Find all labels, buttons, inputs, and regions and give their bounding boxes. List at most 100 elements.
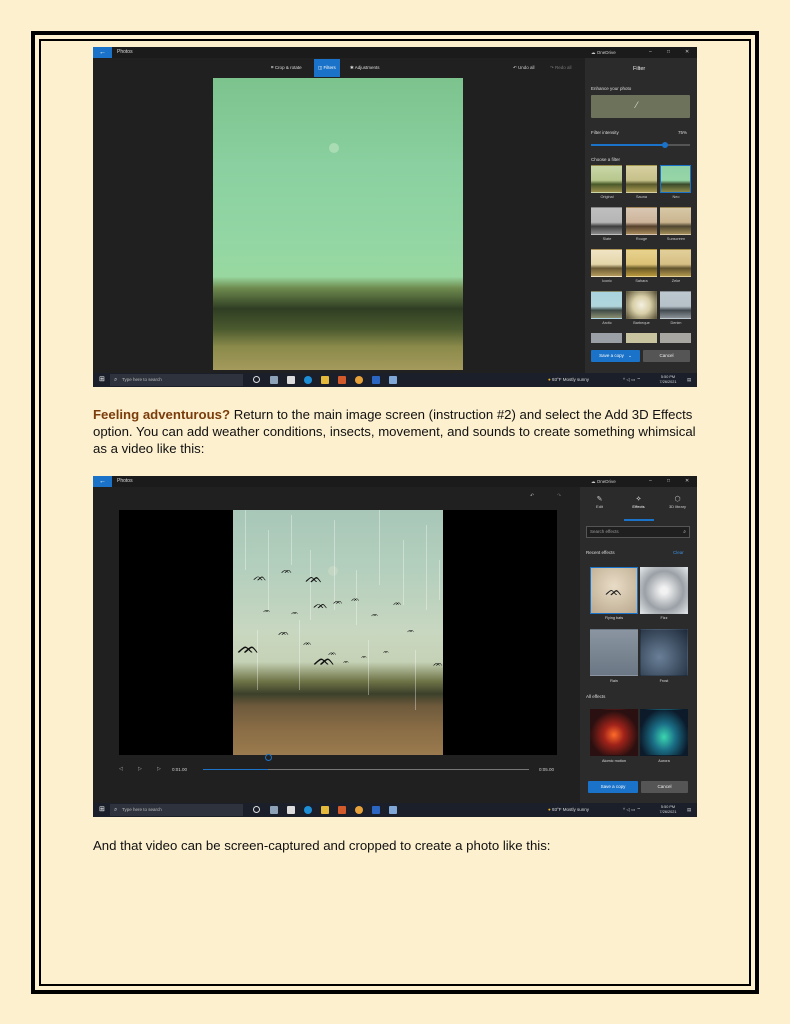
- back-button[interactable]: ←: [93, 476, 112, 487]
- task-view-icon[interactable]: [253, 806, 260, 813]
- tab-3d-library[interactable]: ⬡ 3D library: [660, 495, 695, 509]
- closing-paragraph: And that video can be screen-captured an…: [93, 838, 551, 853]
- filter-rouge-thumbnail[interactable]: [625, 207, 657, 235]
- tab-edit[interactable]: ✎ Edit: [582, 495, 617, 509]
- cancel-button[interactable]: Cancel: [641, 781, 688, 793]
- filter-original-thumbnail[interactable]: [591, 165, 622, 193]
- tab-crop-rotate[interactable]: ⌗ Crop & rotate: [267, 59, 306, 77]
- filter-more-thumbnail[interactable]: [625, 333, 657, 343]
- edge-icon[interactable]: [304, 806, 312, 814]
- onedrive-label[interactable]: ☁ OneDrive: [591, 47, 616, 58]
- filter-sauna-thumbnail[interactable]: [625, 165, 657, 193]
- edge-icon[interactable]: [304, 376, 312, 384]
- filter-denim-thumbnail[interactable]: [660, 291, 691, 319]
- play-icon[interactable]: ▷: [138, 766, 142, 772]
- rain-streak: [439, 560, 440, 600]
- onedrive-label[interactable]: ☁ OneDrive: [591, 476, 616, 487]
- filter-panel: Filter Enhance your photo ⁄ Filter inten…: [585, 58, 697, 373]
- chrome-icon[interactable]: [355, 376, 363, 384]
- explorer-icon[interactable]: [321, 806, 329, 814]
- clock[interactable]: 5:50 PM 7/26/2021: [653, 805, 683, 815]
- word-icon[interactable]: [372, 806, 380, 814]
- cloud-icon: ☁: [591, 50, 596, 55]
- tab-filters[interactable]: ◫ Filters: [314, 59, 340, 77]
- filter-neo-thumbnail[interactable]: [660, 165, 691, 193]
- rain-streak: [245, 510, 246, 570]
- tab-effects[interactable]: ✧ Effects: [621, 495, 656, 509]
- bat-icon: ᨏ: [333, 597, 343, 606]
- effect-aurora[interactable]: [640, 709, 688, 756]
- next-icon[interactable]: ▷: [157, 766, 161, 772]
- back-button[interactable]: ←: [93, 47, 112, 58]
- undo-all-button[interactable]: ↶ Undo all: [513, 59, 535, 77]
- close-icon[interactable]: ✕: [685, 47, 689, 58]
- weather-widget[interactable]: ● 93°F Mostly sunny: [548, 373, 589, 387]
- taskbar: ⊞ ⌕ Type here to search ● 93°F Mostly su…: [93, 803, 697, 817]
- filter-more-thumbnail[interactable]: [591, 333, 622, 343]
- effect-frost[interactable]: [640, 629, 688, 676]
- explorer-icon[interactable]: [321, 376, 329, 384]
- effect-label: Frost: [659, 679, 669, 683]
- app-icon[interactable]: [270, 806, 278, 814]
- filter-slate-thumbnail[interactable]: [591, 207, 622, 235]
- maximize-icon[interactable]: □: [667, 476, 670, 487]
- filter-more-thumbnail[interactable]: [660, 333, 691, 343]
- save-copy-button[interactable]: Save a copy ⌄: [591, 350, 640, 362]
- intensity-value: 75%: [678, 130, 688, 135]
- enhance-button[interactable]: ⁄: [591, 95, 690, 118]
- notification-icon[interactable]: ▤: [687, 373, 691, 387]
- filter-sunscreen-thumbnail[interactable]: [660, 207, 691, 235]
- bat-icon: ᨏ: [351, 596, 360, 603]
- app-icon[interactable]: [270, 376, 278, 384]
- windows-icon[interactable]: ⊞: [99, 806, 105, 814]
- office-icon[interactable]: [338, 376, 346, 384]
- filter-zeke-thumbnail[interactable]: [660, 249, 691, 277]
- system-tray-icons[interactable]: ^ ◁ ▭ ⌔: [623, 373, 641, 387]
- filter-arctic-thumbnail[interactable]: [591, 291, 622, 319]
- intensity-slider-thumb[interactable]: [662, 141, 669, 148]
- intensity-slider-fill: [591, 144, 666, 146]
- effect-rain[interactable]: [590, 629, 638, 676]
- bat-icon: ᨏ: [605, 582, 623, 598]
- store-icon[interactable]: [287, 806, 295, 814]
- notification-icon[interactable]: ▤: [687, 803, 691, 817]
- clear-link[interactable]: Clear: [673, 550, 684, 555]
- highlight-text: Feeling adventurous?: [93, 407, 231, 422]
- page: ← Photos ☁ OneDrive – □ ✕ ⌗ Crop & rotat…: [0, 0, 790, 1024]
- taskbar-search[interactable]: ⌕ Type here to search: [110, 804, 243, 816]
- filter-iconic-thumbnail[interactable]: [591, 249, 622, 277]
- bat-icon: ᨏ: [281, 565, 293, 575]
- filter-barbeque-thumbnail[interactable]: [625, 291, 657, 319]
- maximize-icon[interactable]: □: [667, 47, 670, 58]
- search-effects-input[interactable]: Search effects ⌕: [586, 526, 690, 538]
- chrome-icon[interactable]: [355, 806, 363, 814]
- cancel-button[interactable]: Cancel: [643, 350, 690, 362]
- windows-icon[interactable]: ⊞: [99, 376, 105, 384]
- seek-thumb[interactable]: [264, 754, 272, 761]
- effect-flying-bats[interactable]: ᨏ: [590, 567, 638, 614]
- photos-taskbar-icon[interactable]: [389, 806, 397, 814]
- filter-sahara-thumbnail[interactable]: [625, 249, 657, 277]
- minimize-icon[interactable]: –: [649, 476, 652, 487]
- bat-icon: ᨏ: [313, 597, 328, 611]
- close-icon[interactable]: ✕: [685, 476, 689, 487]
- filter-label: Slate: [602, 237, 612, 241]
- effect-atomic-motion[interactable]: [590, 709, 638, 756]
- office-icon[interactable]: [338, 806, 346, 814]
- clock[interactable]: 5:50 PM 7/26/2021: [653, 375, 683, 385]
- minimize-icon[interactable]: –: [649, 47, 652, 58]
- bat-icon: ᨏ: [305, 569, 323, 585]
- tab-adjustments[interactable]: ✱ Adjustments: [346, 59, 384, 77]
- undo-icon[interactable]: ↶: [530, 493, 534, 499]
- previous-icon[interactable]: ◁: [119, 766, 123, 772]
- weather-widget[interactable]: ● 93°F Mostly sunny: [548, 803, 589, 817]
- task-view-icon[interactable]: [253, 376, 260, 383]
- filter-label: Rouge: [635, 237, 648, 241]
- system-tray-icons[interactable]: ^ ◁ ▭ ⌔: [623, 803, 641, 817]
- taskbar-search[interactable]: ⌕ Type here to search: [110, 374, 243, 386]
- effect-fizz[interactable]: [640, 567, 688, 614]
- word-icon[interactable]: [372, 376, 380, 384]
- store-icon[interactable]: [287, 376, 295, 384]
- photos-taskbar-icon[interactable]: [389, 376, 397, 384]
- save-copy-button[interactable]: Save a copy: [588, 781, 638, 793]
